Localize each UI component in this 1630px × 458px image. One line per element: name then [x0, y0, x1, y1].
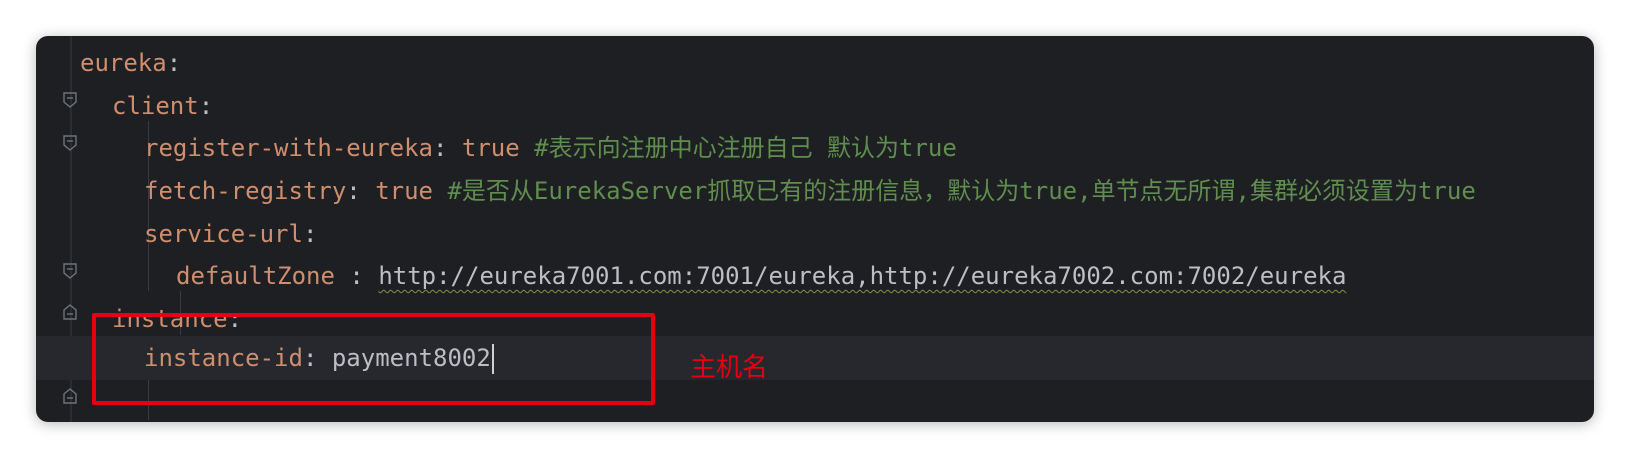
yaml-value: true	[375, 177, 433, 205]
yaml-colon: :	[346, 177, 361, 205]
fold-open-icon[interactable]	[63, 92, 77, 108]
yaml-key: register-with-eureka	[144, 134, 433, 162]
code-line[interactable]: fetch-registry: true #是否从EurekaServer抓取已…	[144, 169, 1476, 213]
yaml-comment: #表示向注册中心注册自己 默认为true	[534, 134, 957, 162]
yaml-colon: :	[334, 262, 379, 290]
yaml-colon: :	[302, 220, 318, 248]
code-line[interactable]: client:	[112, 84, 213, 128]
yaml-colon: :	[166, 49, 182, 77]
fold-close-icon[interactable]	[63, 388, 77, 404]
yaml-key: client	[112, 92, 199, 120]
yaml-colon: :	[198, 92, 214, 120]
yaml-value: true	[461, 134, 520, 162]
yaml-key: service-url	[144, 220, 303, 248]
yaml-key: fetch-registry	[144, 177, 347, 205]
fold-open-icon[interactable]	[63, 263, 77, 279]
code-line[interactable]: service-url:	[144, 212, 317, 256]
annotation-label: 主机名	[690, 353, 769, 383]
yaml-key: defaultZone	[176, 262, 335, 290]
code-line[interactable]: eureka:	[80, 41, 181, 85]
yaml-colon: :	[432, 134, 448, 162]
highlight-box	[92, 313, 655, 405]
code-line[interactable]: defaultZone : http://eureka7001.com:7001…	[176, 254, 1346, 298]
fold-open-icon[interactable]	[63, 135, 77, 151]
fold-close-icon[interactable]	[63, 304, 77, 320]
url-value[interactable]: http://eureka7001.com:7001/eureka,http:/…	[378, 262, 1346, 290]
yaml-key: eureka	[80, 49, 167, 77]
code-line[interactable]: register-with-eureka: true #表示向注册中心注册自己 …	[144, 126, 957, 170]
yaml-comment: #是否从EurekaServer抓取已有的注册信息，默认为true,单节点无所谓…	[447, 177, 1476, 205]
